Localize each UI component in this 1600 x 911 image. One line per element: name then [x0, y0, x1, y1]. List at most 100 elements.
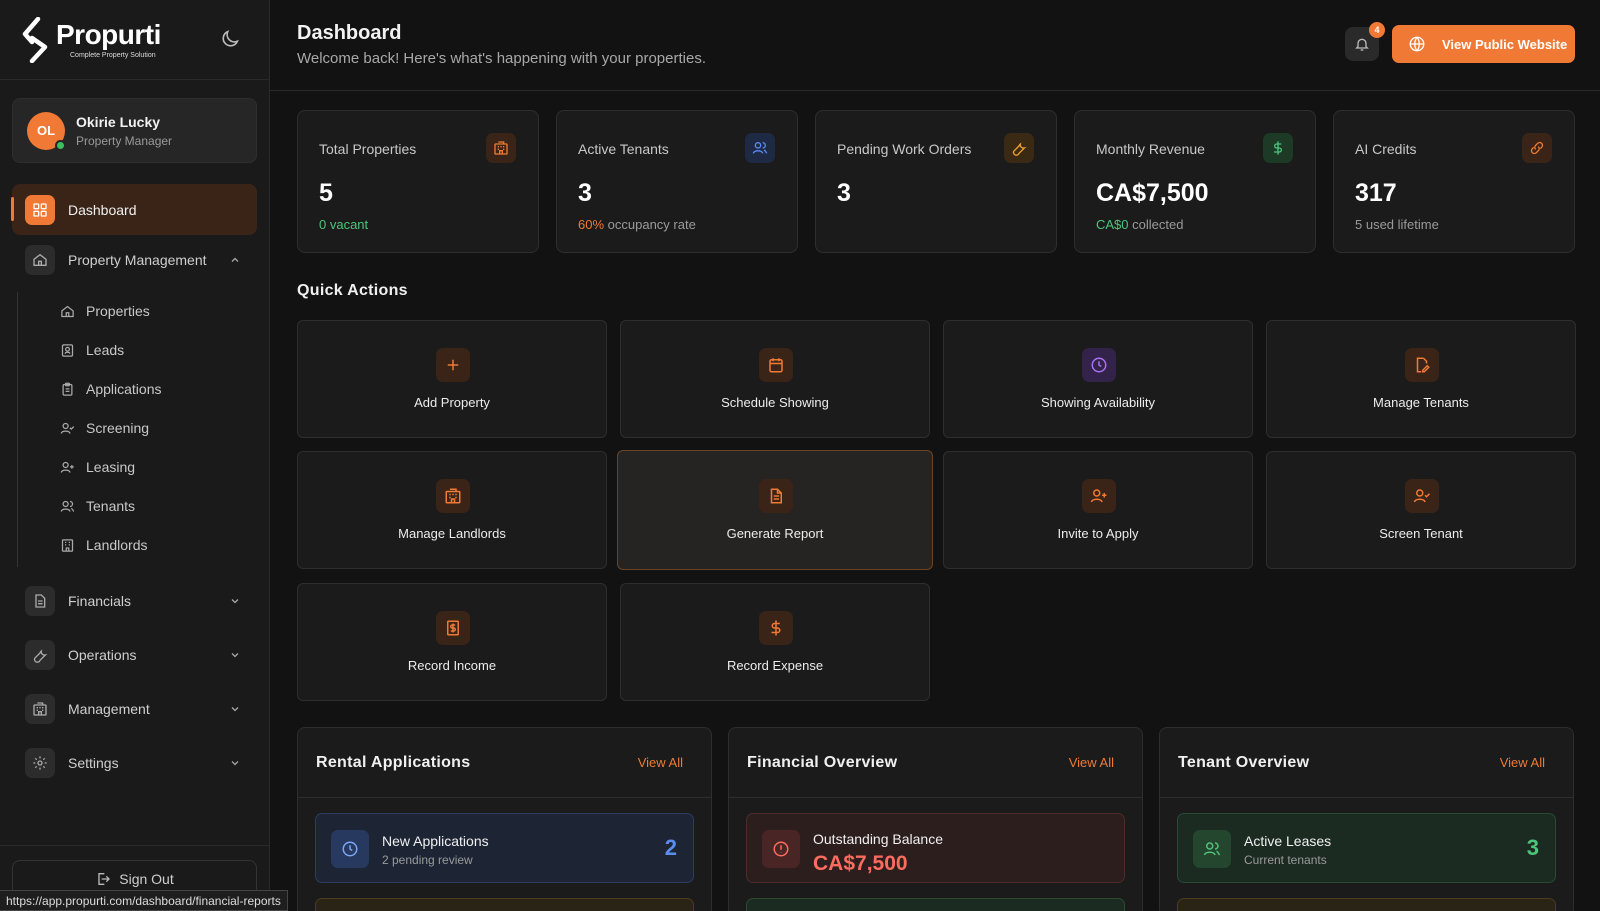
notifications-button[interactable]: 4: [1345, 22, 1385, 61]
stat-note: 5 used lifetime: [1355, 217, 1439, 232]
active-leases-row[interactable]: Active Leases Current tenants 3: [1177, 813, 1556, 883]
quick-action-label: Screen Tenant: [1379, 526, 1463, 541]
sidebar-item-leads[interactable]: Leads: [60, 332, 124, 368]
edit-document-icon: [1405, 348, 1439, 382]
building-icon: [436, 479, 470, 513]
logo[interactable]: Propurti Complete Property Solution: [0, 0, 269, 80]
clock-icon: [1082, 348, 1116, 382]
stat-value: CA$7,500: [1096, 179, 1209, 207]
sidebar-item-label: Tenants: [86, 498, 136, 514]
row-count: 2: [664, 835, 677, 860]
stat-note: CA$0 collected: [1096, 217, 1183, 232]
gear-icon: [25, 748, 55, 778]
manage-tenants-button[interactable]: Manage Tenants: [1266, 320, 1576, 438]
divider: [0, 845, 270, 846]
view-public-website-label: View Public Website: [1442, 36, 1568, 52]
plus-icon: [436, 348, 470, 382]
view-all-link[interactable]: View All: [638, 755, 683, 770]
dollar-icon: [1263, 133, 1293, 163]
contact-card-icon: [61, 343, 74, 357]
showing-availability-button[interactable]: Showing Availability: [943, 320, 1253, 438]
quick-action-label: Invite to Apply: [1057, 526, 1139, 541]
nav-label-management: Management: [68, 701, 150, 717]
record-expense-button[interactable]: Record Expense: [620, 583, 930, 701]
wrench-icon: [25, 640, 55, 670]
sidebar-item-screening[interactable]: Screening: [60, 410, 149, 446]
nav-label-operations: Operations: [68, 647, 137, 663]
stat-label: Monthly Revenue: [1096, 141, 1205, 157]
sidebar-item-tenants[interactable]: Tenants: [60, 488, 135, 524]
nav-item-dashboard[interactable]: Dashboard: [11, 184, 257, 235]
nav-label-settings: Settings: [68, 755, 119, 771]
clock-icon: [331, 830, 369, 868]
row-title: Outstanding Balance: [813, 831, 943, 847]
document-icon: [25, 586, 55, 616]
moon-icon[interactable]: [219, 28, 241, 50]
chevron-down-icon: [231, 599, 239, 604]
stat-card-total-properties: Total Properties 5 0 vacant: [297, 110, 539, 253]
nav-group-management[interactable]: Management: [12, 689, 257, 729]
invite-to-apply-button[interactable]: Invite to Apply: [943, 451, 1253, 569]
home-icon: [61, 305, 74, 317]
nav-group-property-management[interactable]: Property Management: [12, 240, 257, 280]
view-all-link[interactable]: View All: [1069, 755, 1114, 770]
chevron-down-icon: [231, 653, 239, 658]
view-all-link[interactable]: View All: [1500, 755, 1545, 770]
brand-tagline: Complete Property Solution: [70, 51, 156, 59]
row-title: New Applications: [382, 833, 489, 849]
receipt-icon: [436, 611, 470, 645]
page-title: Dashboard: [297, 22, 402, 44]
brand-name: Propurti: [56, 18, 161, 50]
manage-landlords-button[interactable]: Manage Landlords: [297, 451, 607, 569]
screen-tenant-button[interactable]: Screen Tenant: [1266, 451, 1576, 569]
stat-label: Pending Work Orders: [837, 141, 972, 157]
stat-card-monthly-revenue: Monthly Revenue CA$7,500 CA$0 collected: [1074, 110, 1316, 253]
record-income-button[interactable]: Record Income: [297, 583, 607, 701]
alert-circle-icon: [762, 830, 800, 868]
stat-card-pending-work-orders: Pending Work Orders 3: [815, 110, 1057, 253]
stat-label: Active Tenants: [578, 141, 669, 157]
sidebar-item-landlords[interactable]: Landlords: [60, 527, 148, 563]
collected-amount: CA$0: [1096, 217, 1129, 232]
row-title: Active Leases: [1244, 833, 1332, 849]
sidebar-item-leasing[interactable]: Leasing: [60, 449, 135, 485]
outstanding-balance-row[interactable]: Outstanding Balance CA$7,500: [746, 813, 1125, 883]
dollar-icon: [759, 611, 793, 645]
nav-group-settings[interactable]: Settings: [12, 743, 257, 783]
clipboard-icon: [62, 382, 73, 396]
wrench-icon: [1004, 133, 1034, 163]
schedule-showing-button[interactable]: Schedule Showing: [620, 320, 930, 438]
bell-icon: [1355, 38, 1369, 51]
rental-applications-panel: Rental Applications View All New Applica…: [297, 727, 712, 911]
browser-status-url: https://app.propurti.com/dashboard/finan…: [0, 890, 288, 911]
sidebar-item-properties[interactable]: Properties: [60, 293, 150, 329]
add-property-button[interactable]: Add Property: [297, 320, 607, 438]
chevron-down-icon: [231, 707, 239, 712]
row-subtitle: Current tenants: [1244, 853, 1327, 867]
quick-action-label: Record Expense: [726, 658, 824, 673]
nav-label-financials: Financials: [68, 593, 132, 609]
next-row-partial: [1177, 898, 1556, 911]
stat-card-active-tenants: Active Tenants 3 60% occupancy rate: [556, 110, 798, 253]
building-icon: [61, 538, 74, 552]
stat-value: 3: [837, 179, 851, 207]
chevron-up-icon: [231, 257, 239, 262]
nav-label-dashboard: Dashboard: [68, 201, 137, 218]
sidebar-item-label: Applications: [86, 381, 162, 397]
report-icon: [759, 479, 793, 513]
nav-group-operations[interactable]: Operations: [12, 635, 257, 675]
view-public-website-button[interactable]: View Public Website: [1392, 25, 1575, 63]
tenant-overview-panel: Tenant Overview View All Active Leases C…: [1159, 727, 1574, 911]
stat-label: AI Credits: [1355, 141, 1417, 157]
globe-icon: [1409, 36, 1425, 52]
sign-out-label: Sign Out: [119, 871, 174, 887]
user-card[interactable]: OL Okirie Lucky Property Manager: [12, 98, 257, 163]
nav-group-financials[interactable]: Financials: [12, 581, 257, 621]
logout-icon: [98, 873, 111, 885]
sidebar-item-applications[interactable]: Applications: [60, 371, 162, 407]
avatar-initials: OL: [36, 123, 56, 138]
generate-report-button[interactable]: Generate Report: [617, 450, 933, 570]
new-applications-row[interactable]: New Applications 2 pending review 2: [315, 813, 694, 883]
stat-note: 60% occupancy rate: [578, 217, 696, 232]
propurti-logo-icon: [22, 16, 48, 63]
